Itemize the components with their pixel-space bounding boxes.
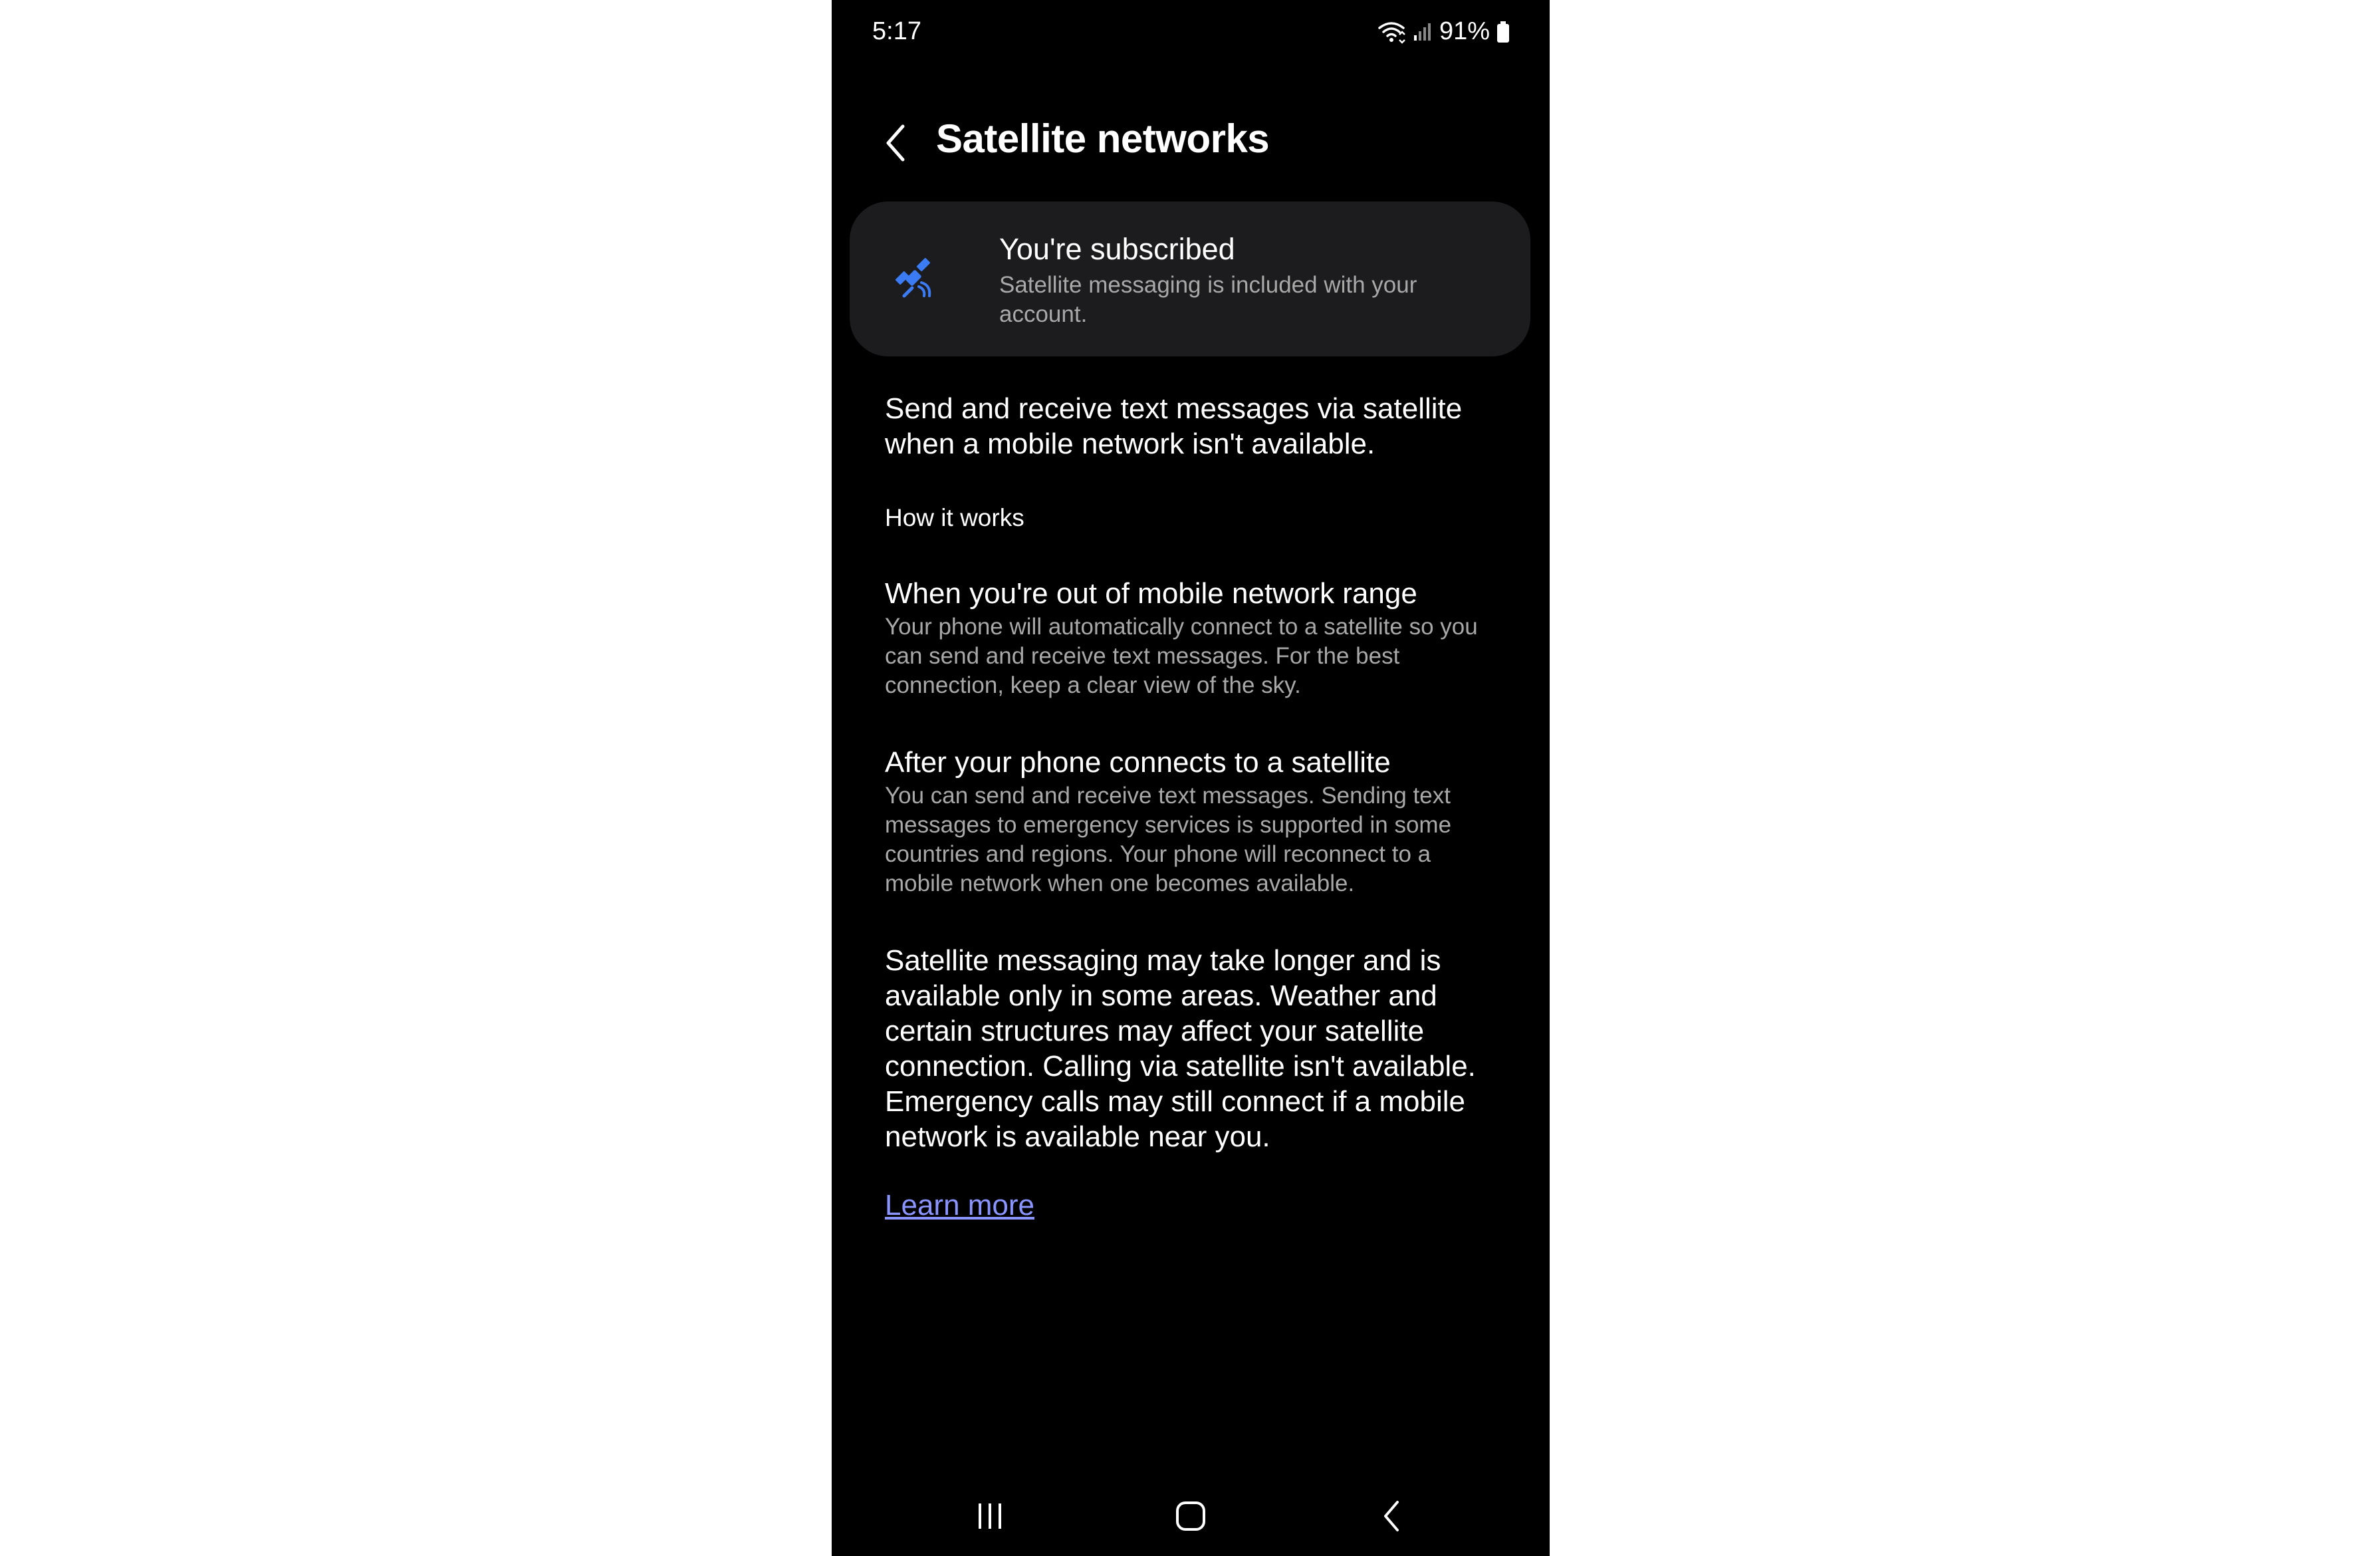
status-icons: 91% (1377, 17, 1510, 46)
subscription-card: You're subscribed Satellite messaging is… (850, 201, 1530, 356)
home-icon (1174, 1499, 1207, 1536)
app-bar: Satellite networks (832, 106, 1550, 180)
status-bar: 5:17 91% (832, 0, 1550, 66)
intro-text: Send and receive text messages via satel… (885, 392, 1463, 460)
info-item: When you're out of mobile network range … (885, 576, 1496, 700)
page-title: Satellite networks (936, 116, 1270, 161)
home-button[interactable] (1164, 1491, 1217, 1544)
info-item-description: You can send and receive text messages. … (885, 783, 1452, 896)
signal-icon (1413, 22, 1433, 42)
recents-icon (973, 1501, 1007, 1535)
learn-more-link[interactable]: Learn more (885, 1189, 1034, 1222)
back-button[interactable] (876, 121, 915, 168)
info-item: After your phone connects to a satellite… (885, 745, 1496, 898)
satellite-icon (892, 256, 939, 303)
battery-percentage: 91% (1439, 17, 1490, 45)
phone-screen: 5:17 91% Satellite networks You're subsc… (832, 0, 1550, 1556)
info-item-title: After your phone connects to a satellite (885, 746, 1391, 779)
chevron-left-icon (884, 124, 907, 166)
system-back-button[interactable] (1365, 1491, 1418, 1544)
disclaimer-text: Satellite messaging may take longer and … (885, 944, 1476, 1153)
battery-icon (1496, 21, 1510, 43)
wifi-calling-icon (1377, 20, 1406, 44)
subscription-description: Satellite messaging is included with you… (999, 272, 1417, 327)
info-item-description: Your phone will automatically connect to… (885, 614, 1478, 698)
subscription-title: You're subscribed (999, 232, 1235, 266)
status-time: 5:17 (872, 17, 921, 45)
how-it-works-label: How it works (885, 504, 1024, 531)
navigation-bar (832, 1476, 1550, 1556)
recents-button[interactable] (963, 1491, 1016, 1544)
info-item-title: When you're out of mobile network range (885, 577, 1417, 610)
back-icon (1380, 1499, 1403, 1536)
